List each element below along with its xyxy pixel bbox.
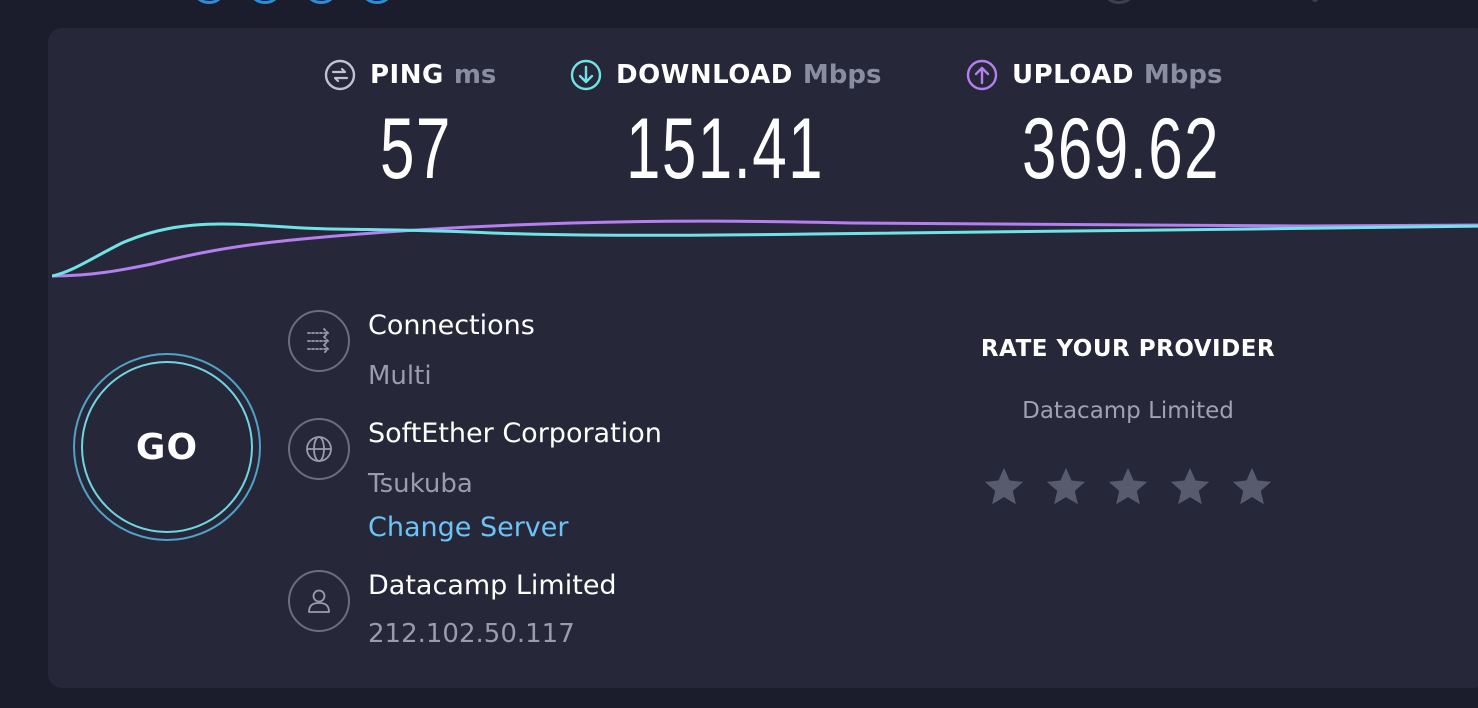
provider-ip: 212.102.50.117 bbox=[368, 619, 575, 649]
ping-header: PING ms bbox=[324, 58, 496, 92]
connections-icon[interactable] bbox=[288, 310, 350, 372]
ping-label: PING bbox=[370, 60, 444, 90]
upload-label: UPLOAD bbox=[1012, 60, 1134, 90]
star-icon[interactable] bbox=[1167, 464, 1213, 510]
ping-unit: ms bbox=[453, 60, 497, 90]
upload-header: UPLOAD Mbps bbox=[966, 58, 1223, 92]
globe-icon bbox=[288, 418, 350, 480]
download-line bbox=[52, 222, 1478, 278]
settings-icon[interactable] bbox=[1104, 0, 1134, 4]
go-label: GO bbox=[135, 426, 199, 468]
nav-dot[interactable] bbox=[250, 0, 280, 4]
go-button[interactable]: GO bbox=[81, 361, 253, 533]
star-rating bbox=[978, 464, 1278, 510]
ping-icon bbox=[324, 59, 356, 91]
star-icon[interactable] bbox=[1229, 464, 1275, 510]
download-unit: Mbps bbox=[802, 60, 882, 90]
connections-value: Multi bbox=[368, 361, 432, 391]
nav-dot[interactable] bbox=[362, 0, 392, 4]
server-location: Tsukuba bbox=[368, 469, 473, 499]
user-icon bbox=[288, 570, 350, 632]
star-icon[interactable] bbox=[1043, 464, 1089, 510]
go-button-ring[interactable]: GO bbox=[73, 353, 261, 541]
top-bar bbox=[0, 0, 1478, 28]
download-label: DOWNLOAD bbox=[616, 60, 793, 90]
upload-metric: UPLOAD Mbps 369.62 bbox=[966, 58, 1223, 192]
rate-provider-name: Datacamp Limited bbox=[1022, 398, 1234, 424]
connections-title: Connections bbox=[368, 310, 535, 341]
change-server-link[interactable]: Change Server bbox=[368, 512, 569, 543]
server-name: SoftEther Corporation bbox=[368, 418, 662, 449]
menu-icon[interactable] bbox=[1312, 0, 1318, 2]
upload-arrow-icon bbox=[966, 59, 998, 91]
upload-value: 369.62 bbox=[1022, 101, 1221, 197]
ping-metric: PING ms 57 bbox=[324, 58, 496, 192]
star-icon[interactable] bbox=[1105, 464, 1151, 510]
star-icon[interactable] bbox=[981, 464, 1027, 510]
download-value: 151.41 bbox=[626, 101, 825, 197]
ping-value: 57 bbox=[380, 101, 452, 197]
upload-unit: Mbps bbox=[1143, 60, 1223, 90]
download-header: DOWNLOAD Mbps bbox=[570, 58, 881, 92]
results-panel: PING ms 57 DOWNLOAD Mbps 151.41 UPLOAD M… bbox=[48, 28, 1478, 688]
nav-dot[interactable] bbox=[194, 0, 224, 4]
nav-dot[interactable] bbox=[306, 0, 336, 4]
speed-graph bbox=[52, 219, 1478, 278]
download-metric: DOWNLOAD Mbps 151.41 bbox=[570, 58, 881, 192]
rate-provider-title: RATE YOUR PROVIDER bbox=[980, 336, 1276, 362]
download-arrow-icon bbox=[570, 59, 602, 91]
provider-name: Datacamp Limited bbox=[368, 570, 617, 601]
